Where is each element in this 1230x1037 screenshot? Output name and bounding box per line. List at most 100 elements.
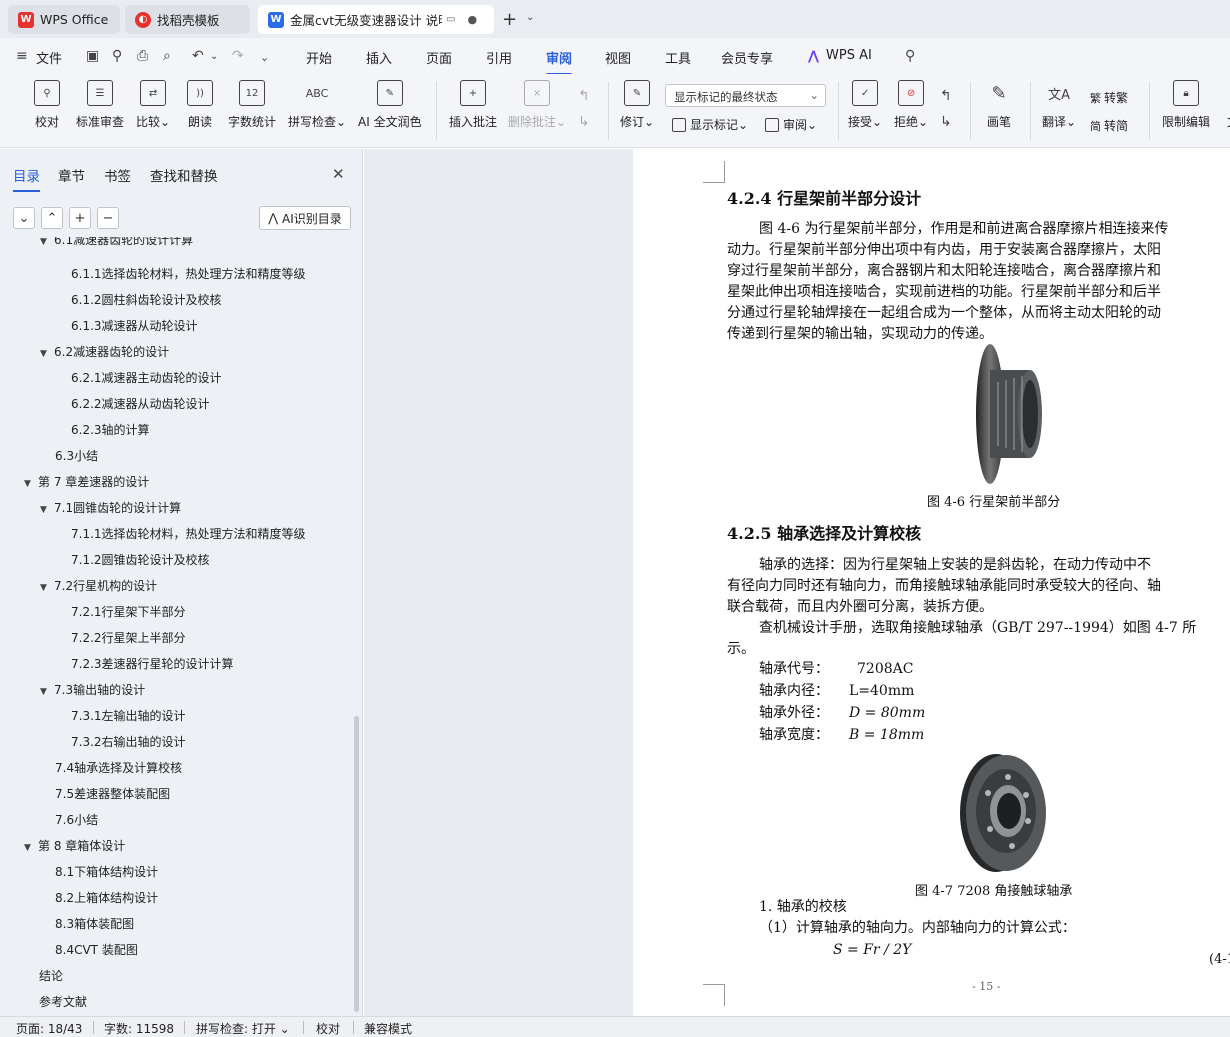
toc-item[interactable]: ▼ 7.2行星机构的设计 (40, 577, 157, 594)
expand-arrow-icon[interactable]: ▼ (40, 349, 54, 359)
tab-docer-templates[interactable]: ◐ 找稻壳模板 (125, 5, 250, 34)
review-pane-button[interactable]: 审阅 ⌄ (765, 116, 817, 133)
to-traditional-button[interactable]: 繁 转繁 (1090, 89, 1128, 106)
menu-file[interactable]: 文件 (36, 48, 62, 67)
toc-item[interactable]: 6.2.1减速器主动齿轮的设计 (71, 369, 222, 386)
toc-item[interactable]: 7.1.2圆锥齿轮设计及校核 (71, 551, 210, 568)
expand-arrow-icon[interactable]: ▼ (40, 505, 54, 515)
toc-item[interactable]: 7.6小结 (55, 811, 98, 828)
search-icon[interactable]: ⚲ (905, 48, 915, 64)
tab-document[interactable]: W 金属cvt无级变速器设计 说明书 ▭ ● (258, 5, 494, 34)
toc-item[interactable]: ▼ 第 7 章差速器的设计 (24, 473, 149, 490)
add-heading-button[interactable]: + (69, 207, 91, 229)
tab-bookmarks[interactable]: 书签 (104, 165, 131, 185)
toc-item[interactable]: 7.5差速器整体装配图 (55, 785, 170, 802)
toc-item[interactable]: 8.4CVT 装配图 (55, 941, 138, 958)
expand-arrow-icon[interactable]: ▼ (24, 479, 38, 489)
save-icon[interactable]: ▣ (86, 48, 99, 64)
menu-insert[interactable]: 插入 (366, 48, 392, 67)
toc-item[interactable]: 8.2上箱体结构设计 (55, 889, 158, 906)
toc-item[interactable]: 7.2.1行星架下半部分 (71, 603, 186, 620)
toc-item[interactable]: 6.3小结 (55, 447, 98, 464)
expand-arrow-icon[interactable]: ▼ (40, 687, 54, 697)
toc-item[interactable]: ▼ 第 8 章箱体设计 (24, 837, 125, 854)
pen-button[interactable]: ✎ 画笔 (986, 80, 1012, 130)
menu-review[interactable]: 审阅 (546, 48, 573, 76)
toc-item[interactable]: 结论 (39, 967, 63, 984)
undo-icon[interactable]: ↶ (192, 48, 204, 64)
new-tab-icon[interactable]: + (502, 9, 517, 30)
tab-chapters[interactable]: 章节 (58, 165, 85, 185)
toc-item[interactable]: ▼ 6.2减速器齿轮的设计 (40, 343, 169, 360)
undo-menu-icon[interactable]: ⌄ (210, 51, 218, 62)
spell-check-button[interactable]: ABC 拼写检查⌄ (288, 80, 346, 130)
expand-arrow-icon[interactable]: ▼ (40, 583, 54, 593)
tab-close-icon[interactable]: ● (467, 13, 477, 26)
toc-item[interactable]: 7.4轴承选择及计算校核 (55, 759, 182, 776)
delete-comment-button[interactable]: × 删除批注⌄ (508, 80, 566, 130)
toc-item[interactable]: 6.2.2减速器从动齿轮设计 (71, 395, 210, 412)
to-simplified-button[interactable]: 简 转简 (1090, 117, 1128, 134)
remove-heading-button[interactable]: − (97, 207, 119, 229)
toc-item[interactable]: 8.3箱体装配图 (55, 915, 134, 932)
collapse-all-button[interactable]: ⌄ (13, 207, 35, 229)
menu-page[interactable]: 页面 (426, 48, 452, 67)
prev-change-icon[interactable]: ↰ (940, 88, 952, 104)
standard-review-button[interactable]: ☰ 标准审查 (76, 80, 124, 130)
toc-item[interactable]: 6.1.3减速器从动轮设计 (71, 317, 198, 334)
restrict-edit-button[interactable]: 🔒︎ 限制编辑 (1162, 80, 1210, 130)
next-change-icon[interactable]: ↳ (940, 114, 952, 130)
expand-arrow-icon[interactable]: ▼ (24, 843, 38, 853)
menu-references[interactable]: 引用 (486, 48, 512, 67)
toc-item[interactable]: 6.1.1选择齿轮材料，热处理方法和精度等级 (71, 265, 306, 282)
tab-wps-office[interactable]: W WPS Office (8, 5, 120, 34)
toc-scrollbar[interactable] (354, 716, 359, 1012)
toc-item[interactable]: 7.2.3差速器行星轮的设计计算 (71, 655, 234, 672)
toc-item[interactable]: 7.3.1左输出轴的设计 (71, 707, 186, 724)
menu-member[interactable]: 会员专享 (721, 48, 773, 67)
toc-item[interactable]: 6.2.3轴的计算 (71, 421, 150, 438)
page-indicator[interactable]: 页面: 18/43 (16, 1020, 82, 1037)
toc-item[interactable]: ▼ 7.1圆锥齿轮的设计计算 (40, 499, 181, 516)
translate-button[interactable]: 文A 翻译⌄ (1042, 80, 1076, 130)
toc-item[interactable]: 7.2.2行星架上半部分 (71, 629, 186, 646)
spell-check-indicator[interactable]: 拼写检查: 打开 ⌄ (196, 1020, 290, 1037)
word-count-indicator[interactable]: 字数: 11598 (104, 1020, 174, 1037)
ai-toc-button[interactable]: ⋀ AI识别目录 (259, 206, 351, 230)
revise-button[interactable]: ✎ 修订⌄ (620, 80, 654, 130)
close-icon[interactable]: ✕ (332, 165, 345, 183)
next-comment-icon[interactable]: ↳ (578, 114, 590, 130)
link-icon[interactable]: ⚲ (112, 48, 122, 64)
prev-comment-icon[interactable]: ↰ (578, 88, 590, 104)
doc-protect-button[interactable]: 文 (1220, 80, 1230, 130)
toc-item[interactable]: 参考文献 (39, 993, 87, 1010)
toc-item[interactable]: 8.1下箱体结构设计 (55, 863, 158, 880)
menu-view[interactable]: 视图 (605, 48, 631, 67)
tab-toc[interactable]: 目录 (13, 165, 40, 192)
more-icon[interactable]: ⌄ (260, 51, 269, 64)
toc-item[interactable]: 7.3.2右输出轴的设计 (71, 733, 186, 750)
insert-comment-button[interactable]: + 插入批注 (449, 80, 497, 130)
hamburger-icon[interactable]: ≡ (16, 48, 28, 64)
expand-up-button[interactable]: ⌃ (41, 207, 63, 229)
markup-mode-select[interactable]: 显示标记的最终状态 ⌄ (665, 84, 826, 107)
proofread-button[interactable]: ⚲ 校对 (34, 80, 60, 130)
expand-arrow-icon[interactable]: ▼ (40, 237, 54, 247)
menu-home[interactable]: 开始 (306, 48, 332, 67)
accept-button[interactable]: ✓ 接受⌄ (848, 80, 882, 130)
read-aloud-button[interactable]: )) 朗读 (187, 80, 213, 130)
print-icon[interactable]: ⎙ (137, 48, 148, 64)
chevron-down-icon[interactable]: ⌄ (526, 12, 534, 23)
toc-item[interactable]: ▼ 6.1减速器齿轮的设计计算 (40, 237, 193, 248)
menu-tools[interactable]: 工具 (665, 48, 691, 67)
tab-find-replace[interactable]: 查找和替换 (150, 165, 218, 185)
word-count-button[interactable]: 12 字数统计 (228, 80, 276, 130)
ai-polish-button[interactable]: ✎ AI 全文润色 (358, 80, 422, 130)
document-page[interactable]: 4.2.4 行星架前半部分设计 图 4-6 为行星架前半部分，作用是和前进离合器… (633, 149, 1230, 1016)
toc-item[interactable]: 6.1.2圆柱斜齿轮设计及校核 (71, 291, 222, 308)
toc-item[interactable]: 7.1.1选择齿轮材料，热处理方法和精度等级 (71, 525, 306, 542)
reject-button[interactable]: ⊘ 拒绝⌄ (894, 80, 928, 130)
compare-button[interactable]: ⇄ 比较⌄ (136, 80, 170, 130)
toc-item[interactable]: ▼ 7.3输出轴的设计 (40, 681, 145, 698)
redo-icon[interactable]: ↷ (232, 48, 244, 64)
